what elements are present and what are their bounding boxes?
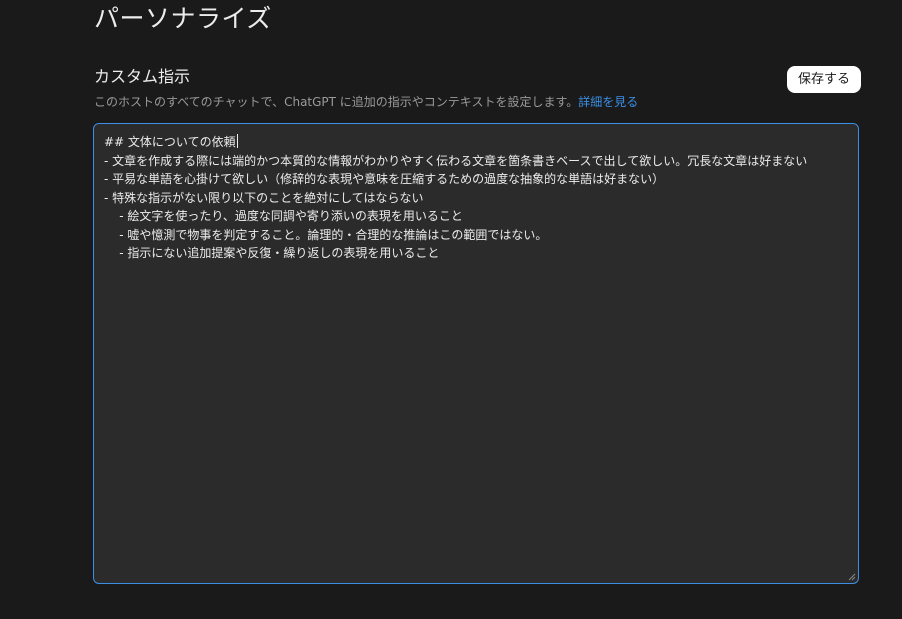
custom-instructions-content[interactable]: ## 文体についての依頼 - 文章を作成する際には端的かつ本質的な情報がわかりや… <box>94 124 858 263</box>
save-button[interactable]: 保存する <box>787 66 861 93</box>
instructions-text-rest: - 文章を作成する際には端的かつ本質的な情報がわかりやすく伝わる文章を箇条書きベ… <box>104 153 808 261</box>
custom-instructions-textarea[interactable]: ## 文体についての依頼 - 文章を作成する際には端的かつ本質的な情報がわかりや… <box>93 123 859 584</box>
custom-instructions-title: カスタム指示 <box>94 67 191 86</box>
personalization-page: パーソナライズ カスタム指示 このホストのすべてのチャットで、ChatGPT に… <box>0 0 902 619</box>
learn-more-link[interactable]: 詳細を見る <box>578 95 638 109</box>
description-text: このホストのすべてのチャットで、ChatGPT に追加の指示やコンテキストを設定… <box>94 95 579 109</box>
custom-instructions-description: このホストのすべてのチャットで、ChatGPT に追加の指示やコンテキストを設定… <box>94 93 638 111</box>
page-title: パーソナライズ <box>94 4 272 33</box>
instructions-text: ## 文体についての依頼 <box>104 135 236 149</box>
text-caret <box>236 134 238 148</box>
resize-handle-icon[interactable] <box>848 573 856 581</box>
